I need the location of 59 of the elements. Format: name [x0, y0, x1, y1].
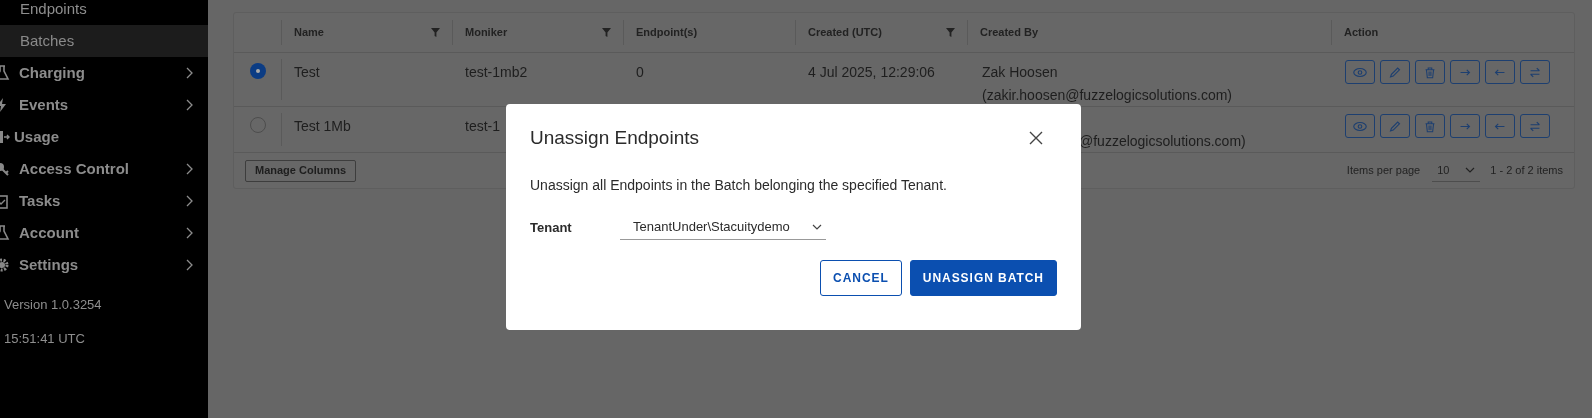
arrow-right-button[interactable]: [1450, 114, 1480, 138]
arrow-left-button[interactable]: [1485, 114, 1515, 138]
sidebar-item[interactable]: Account: [0, 217, 208, 249]
table-cell-text: Zak Hoosen: [982, 63, 1059, 82]
view-button[interactable]: [1345, 114, 1375, 138]
delete-button[interactable]: [1415, 60, 1445, 84]
sidebar-item[interactable]: Events: [0, 89, 208, 121]
sidebar-item[interactable]: Access Control: [0, 153, 208, 185]
dialog-message: Unassign all Endpoints in the Batch belonging the specified Tenant.: [530, 175, 948, 195]
sidebar-item[interactable]: Settings: [0, 249, 208, 281]
swap-button[interactable]: [1520, 60, 1550, 84]
edit-button[interactable]: [1380, 60, 1410, 84]
column-header: Action: [1344, 25, 1379, 41]
items-per-page-label: Items per page: [1346, 163, 1421, 179]
delete-button[interactable]: [1415, 114, 1445, 138]
chevron-down-icon: [812, 224, 822, 230]
table-cell-text: @fuzzelogicsolutions.com): [1079, 132, 1246, 151]
clock-text: 15:51:41 UTC: [3, 329, 86, 348]
swap-button[interactable]: [1520, 114, 1550, 138]
column-header: Endpoint(s): [636, 25, 698, 41]
version-text: Version 1.0.3254: [3, 296, 103, 314]
pagination-range: 1 - 2 of 2 items: [1490, 163, 1563, 179]
table-cell: test-1mb2: [465, 64, 528, 80]
unassign-button[interactable]: UNASSIGN BATCH: [909, 259, 1057, 296]
sidebar-item[interactable]: Usage: [0, 121, 208, 153]
view-icon: [1352, 119, 1368, 133]
sidebar-item[interactable]: Endpoints: [0, 0, 208, 25]
edit-icon: [1387, 65, 1403, 79]
column-header: Moniker: [465, 25, 508, 41]
view-icon: [1352, 65, 1368, 79]
sidebar-item[interactable]: Batches: [0, 25, 208, 57]
dialog-title: Unassign Endpoints: [530, 126, 699, 150]
arrow-left-button[interactable]: [1485, 60, 1515, 84]
tenant-dropdown[interactable]: TenantUnder\Stacuitydemo: [620, 215, 826, 240]
edit-button[interactable]: [1380, 114, 1410, 138]
view-button[interactable]: [1345, 60, 1375, 84]
column-header: Created (UTC): [808, 25, 882, 41]
column-header: Name: [294, 25, 324, 41]
field-label: Tenant: [530, 218, 573, 237]
chevron-down-icon: [1465, 167, 1476, 173]
table-cell-text: (zakir.hoosen@fuzzelogicsolutions.com): [982, 86, 1232, 105]
swap-icon: [1527, 119, 1543, 133]
edit-icon: [1387, 119, 1403, 133]
table-cell: test-1: [465, 118, 500, 134]
table-cell: Test: [294, 64, 320, 80]
table-cell: Test 1Mb: [294, 118, 351, 134]
cancel-button[interactable]: CANCEL: [820, 259, 902, 296]
close-icon[interactable]: [1029, 131, 1043, 146]
swap-icon: [1527, 65, 1543, 79]
arrow-right-button[interactable]: [1450, 60, 1480, 84]
filter-icon[interactable]: [602, 28, 611, 37]
radio-button[interactable]: [249, 63, 266, 79]
column-header: Created By: [980, 25, 1039, 41]
filter-icon[interactable]: [946, 28, 955, 37]
table-cell: 4 Jul 2025, 12:29:06: [808, 64, 935, 80]
table-cell: 0: [636, 64, 644, 80]
filter-icon[interactable]: [431, 28, 440, 37]
sidebar-item[interactable]: Charging: [0, 57, 208, 89]
sidebar-item[interactable]: Tasks: [0, 185, 208, 217]
